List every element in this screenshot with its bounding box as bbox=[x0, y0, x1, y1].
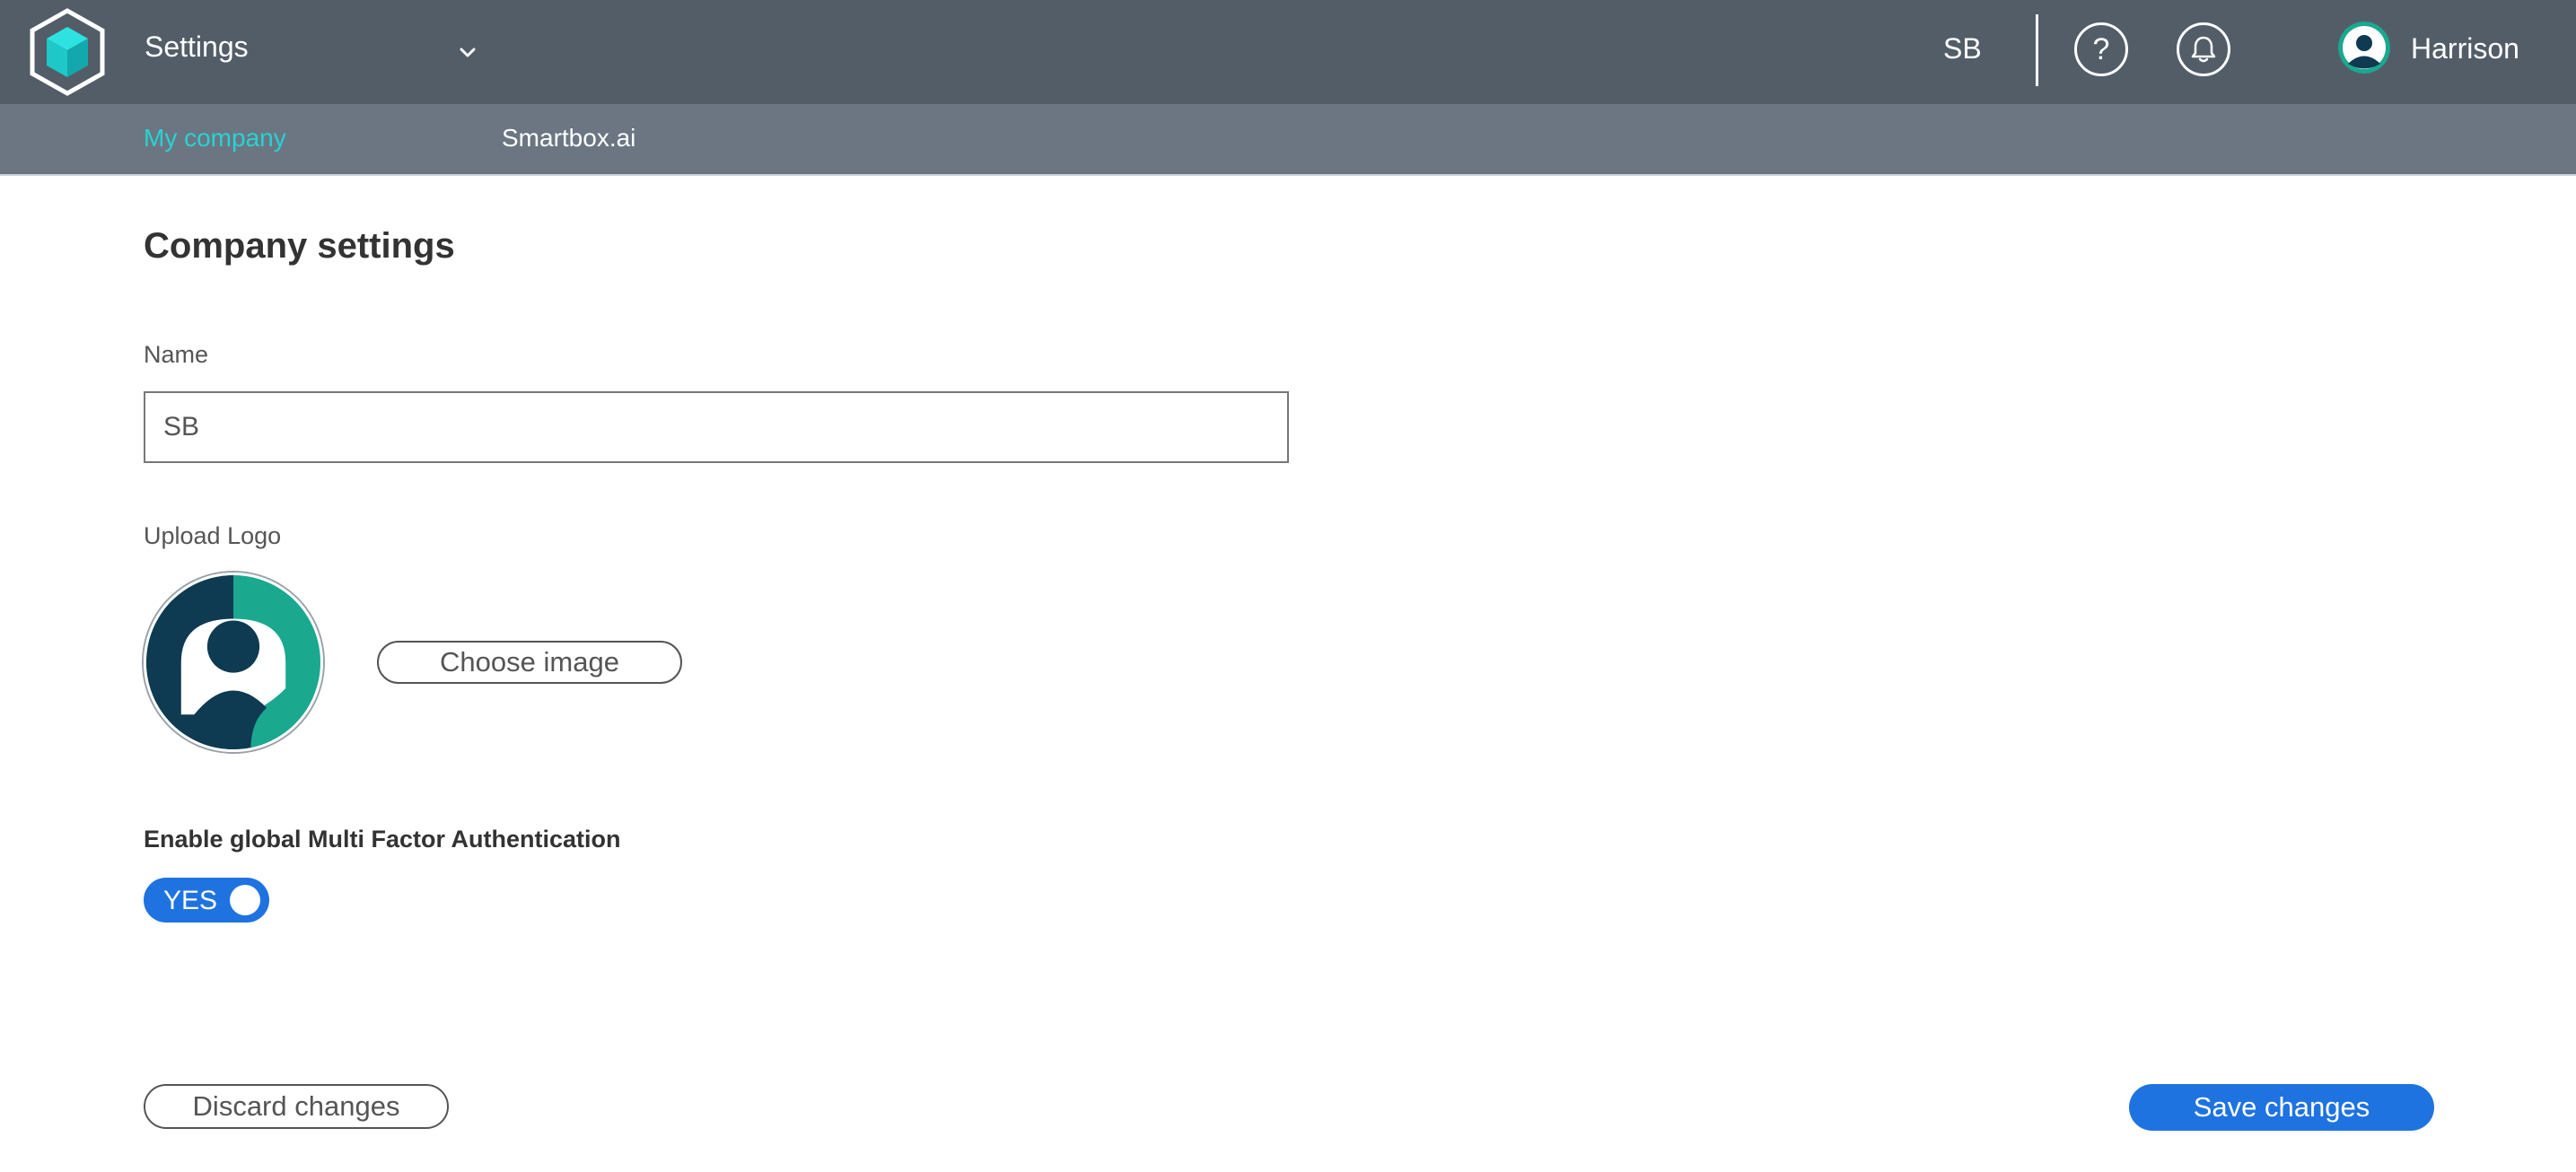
toggle-knob bbox=[230, 885, 260, 915]
mfa-label: Enable global Multi Factor Authenticatio… bbox=[144, 826, 621, 853]
header-divider bbox=[2036, 14, 2038, 86]
choose-image-button[interactable]: Choose image bbox=[377, 641, 682, 684]
app-title: Settings bbox=[145, 31, 249, 63]
user-avatar-icon[interactable] bbox=[2338, 22, 2390, 74]
chevron-down-icon[interactable] bbox=[453, 39, 482, 67]
user-name[interactable]: Harrison bbox=[2411, 32, 2519, 66]
mfa-toggle-text: YES bbox=[163, 886, 218, 915]
notifications-button[interactable] bbox=[2177, 22, 2230, 76]
upload-logo-label: Upload Logo bbox=[144, 522, 282, 549]
save-changes-button[interactable]: Save changes bbox=[2129, 1084, 2434, 1131]
discard-changes-button[interactable]: Discard changes bbox=[144, 1084, 449, 1129]
company-logo-preview bbox=[144, 573, 323, 752]
page-title: Company settings bbox=[144, 226, 455, 266]
help-button[interactable]: ? bbox=[2074, 22, 2128, 76]
company-code[interactable]: SB bbox=[1943, 32, 1982, 66]
mfa-toggle[interactable]: YES bbox=[144, 878, 269, 923]
company-name-input[interactable] bbox=[144, 391, 1289, 463]
help-icon: ? bbox=[2092, 32, 2110, 66]
tab-my-company[interactable]: My company bbox=[144, 124, 286, 153]
app-logo-icon[interactable] bbox=[27, 7, 108, 97]
name-label: Name bbox=[144, 341, 209, 368]
sub-navigation: My company Smartbox.ai bbox=[0, 104, 2576, 176]
top-bar: Settings SB ? Harrison bbox=[0, 0, 2576, 104]
bell-icon bbox=[2191, 36, 2216, 63]
tab-smartbox[interactable]: Smartbox.ai bbox=[502, 124, 635, 153]
